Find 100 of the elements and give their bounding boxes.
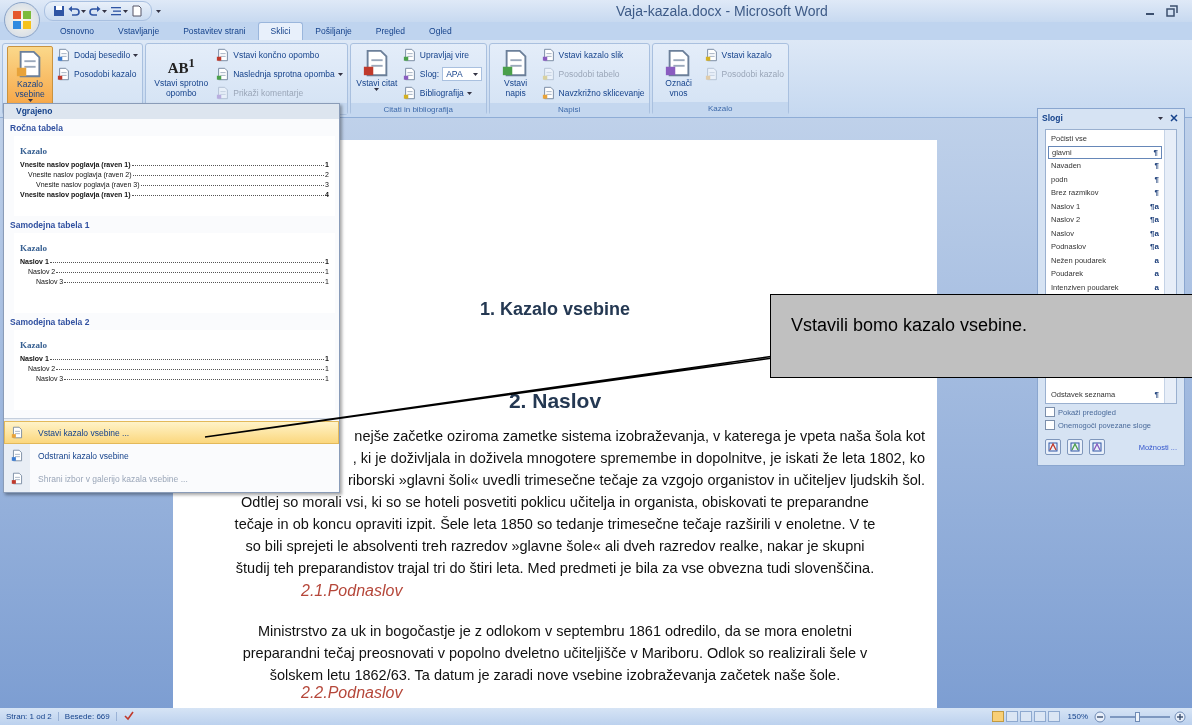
- document-icon: [216, 86, 231, 100]
- text-line: študij teh preparandistov trajal tri do štiri leta. Med predmeti je bila za vse obvezna tudi slovenščina.: [235, 559, 875, 578]
- ribbon-button[interactable]: Vstavi kazalo slik: [541, 47, 645, 63]
- caret-icon: [466, 91, 472, 95]
- text-line: Ministrstvo za uk in bogočastje je z odlokom v septembru 1861 odredilo, da se mora enoletni: [258, 622, 852, 641]
- document-icon: [402, 48, 417, 62]
- checkbox[interactable]: [1045, 420, 1055, 430]
- menu-item[interactable]: Odstrani kazalo vsebine: [4, 444, 339, 467]
- document-icon: [11, 472, 24, 485]
- text-line: so bili sprejeti le absolventi treh razredov »glavne šole« ali dveh razredov realke, nakar je skupni: [245, 537, 865, 556]
- checkbox[interactable]: [1045, 407, 1055, 417]
- heading: 2. Naslov: [508, 389, 602, 413]
- menu-header: Vgrajeno: [4, 104, 339, 119]
- close-icon[interactable]: [1168, 112, 1180, 124]
- style-icon: [1070, 442, 1080, 452]
- page-count: Stran: 1 od 2: [0, 712, 59, 721]
- document-icon: [402, 67, 417, 81]
- subheading: 2.1.Podnaslov: [301, 582, 403, 600]
- proofing-icon[interactable]: [122, 709, 135, 722]
- icon-button[interactable]: [1045, 439, 1061, 455]
- gallery-title: Samodejna tabela 2: [9, 316, 91, 329]
- document-icon: [216, 67, 231, 81]
- caret-icon: [81, 9, 86, 13]
- icon-button[interactable]: [1089, 439, 1105, 455]
- text-line: , ki je doživljala in doživela mnogotere spremembe in dopolnitve, je iskati že leta 1802, ko: [352, 449, 925, 468]
- ribbon-button[interactable]: Naslednja sprotna opomba: [216, 66, 343, 82]
- preview-heading: Kazalo: [20, 340, 48, 350]
- pane-title: Slogi: [1042, 113, 1063, 123]
- slider-thumb[interactable]: [1135, 711, 1140, 722]
- restore-icon[interactable]: [1166, 5, 1178, 17]
- menu-item[interactable]: Vstavi kazalo vsebine ...: [4, 421, 339, 444]
- document-icon: [704, 67, 719, 81]
- document-icon: [541, 48, 556, 62]
- group-label: Citati in bibliografija: [350, 103, 486, 117]
- save-icon[interactable]: [53, 5, 65, 17]
- zoom-in-icon[interactable]: [1174, 710, 1186, 723]
- document-icon: [704, 48, 719, 62]
- ribbon-button[interactable]: Vstavi citat: [354, 46, 399, 101]
- text-line: riborski »glavni šoli« uvedli trimesečne tečaje za vzgojo organistov in učiteljev ljudskih šol.: [347, 471, 925, 490]
- field-label: Slog:: [419, 69, 440, 79]
- redo-icon[interactable]: [89, 5, 101, 17]
- caret-icon: [156, 9, 161, 13]
- ribbon-button[interactable]: Kazalo vsebine: [7, 46, 53, 105]
- ribbon-button[interactable]: Vstavi končno opombo: [216, 47, 343, 63]
- ribbon-button[interactable]: Vstavi kazalo: [704, 47, 784, 63]
- ribbon-button[interactable]: Vstavi napis: [493, 46, 538, 101]
- footnote-icon: AB$^{1}$: [167, 48, 195, 78]
- ribbon-button[interactable]: Posodobi kazalo: [57, 66, 139, 82]
- style-dropdown[interactable]: APA: [442, 67, 482, 81]
- ribbon-button[interactable]: AB$^{1}$ Vstavi sprotno opombo: [150, 46, 213, 101]
- text-line: tečaje in ob koncu opraviti izpit. Šele leta 1850 so tedanje trimesečne tečaje razširili v enoletne. V te: [234, 515, 876, 534]
- word-count: Besede: 669: [58, 712, 117, 721]
- ribbon-tab[interactable]: Pošiljanje: [303, 23, 364, 40]
- group-label: Kazalo: [652, 102, 788, 116]
- caret-icon: [472, 72, 478, 76]
- preview-heading: Kazalo: [20, 243, 48, 253]
- group-label: Napisi: [489, 103, 649, 117]
- ribbon-tab[interactable]: Pregled: [363, 23, 418, 40]
- view-button[interactable]: [991, 711, 1004, 722]
- icon-button[interactable]: [1067, 439, 1083, 455]
- ribbon-button[interactable]: Dodaj besedilo: [57, 47, 139, 63]
- preview-heading: Kazalo: [20, 146, 48, 156]
- caret-icon: [133, 53, 139, 57]
- ribbon-tab[interactable]: Vstavljanje: [106, 23, 172, 40]
- zoom-level: 150%: [1067, 712, 1088, 721]
- document-icon: [11, 426, 24, 439]
- logo-icon: [13, 11, 31, 29]
- window-title: Vaja-kazala.docx - Microsoft Word: [616, 3, 828, 19]
- view-button[interactable]: [1019, 711, 1032, 722]
- view-button[interactable]: [1047, 711, 1060, 722]
- ribbon-tab[interactable]: Sklici: [257, 22, 304, 40]
- caret-icon: [1158, 116, 1163, 120]
- style-icon: [1048, 442, 1058, 452]
- ribbon-tab[interactable]: Ogled: [417, 23, 464, 40]
- subheading: 2.2.Podnaslov: [301, 684, 403, 702]
- ribbon-button[interactable]: Označi vnos: [656, 46, 701, 100]
- ribbon-tab[interactable]: Osnovno: [48, 23, 107, 40]
- view-button[interactable]: [1005, 711, 1018, 722]
- text-line: Odtlej so morali vsi, ki so se hoteli posvetiti poklicu učitelja in organista, obiskovati te preparandne: [241, 493, 869, 512]
- document-icon: [541, 67, 556, 81]
- gallery-title: Samodejna tabela 1: [9, 219, 91, 232]
- document-icon: [216, 48, 231, 62]
- page-icon[interactable]: [131, 5, 143, 17]
- text-line: šolskem letu 1862/63. Ta datum je zaradi nove vsebine izobraževanja začetek naše šole.: [269, 666, 841, 685]
- ribbon-button[interactable]: Bibliografija: [402, 85, 482, 101]
- ribbon-button[interactable]: Upravljaj vire: [402, 47, 482, 63]
- ribbon-button[interactable]: Navzkrižno sklicevanje: [541, 85, 645, 101]
- text-line: preparandni tečaj preosnovati v popolno dveletno učiteljišče v Mariboru. Odlok so realizirali šele v: [242, 644, 868, 663]
- callout: Vstavili bomo kazalo vsebine.: [770, 294, 1192, 378]
- gallery-title: Ročna tabela: [9, 122, 64, 135]
- zoom-out-icon[interactable]: [1094, 710, 1106, 723]
- ribbon-tab[interactable]: Postavitev strani: [171, 23, 258, 40]
- undo-icon[interactable]: [68, 5, 80, 17]
- list-icon[interactable]: [110, 5, 122, 17]
- caret-icon: [337, 72, 343, 76]
- document-icon: [11, 449, 24, 462]
- view-button[interactable]: [1033, 711, 1046, 722]
- document-icon: [402, 86, 417, 100]
- style-icon: [1092, 442, 1102, 452]
- caret-icon: [102, 9, 107, 13]
